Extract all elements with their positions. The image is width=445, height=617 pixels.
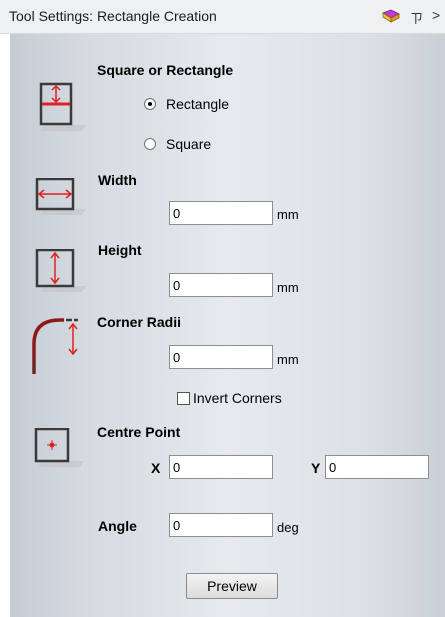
- invert-corners-box[interactable]: [177, 391, 190, 405]
- corner-radii-input[interactable]: [169, 345, 273, 369]
- angle-unit: deg: [277, 520, 299, 535]
- angle-label: Angle: [98, 518, 137, 534]
- height-unit: mm: [277, 280, 299, 295]
- title-bar: Tool Settings: Rectangle Creation ㄗ >: [0, 0, 445, 34]
- radio-rectangle-button[interactable]: [144, 98, 156, 110]
- centre-x-input[interactable]: [169, 455, 273, 479]
- centre-y-input[interactable]: [325, 455, 429, 479]
- height-input[interactable]: [169, 273, 273, 297]
- radio-rectangle-label: Rectangle: [166, 96, 230, 112]
- radio-square[interactable]: Square: [144, 136, 211, 152]
- close-icon[interactable]: >: [432, 7, 440, 23]
- rectangle-shape-icon: [30, 82, 92, 145]
- centre-point-label: Centre Point: [97, 424, 181, 440]
- window-title: Tool Settings: Rectangle Creation: [9, 8, 217, 24]
- width-label: Width: [98, 172, 137, 188]
- corner-radii-unit: mm: [277, 352, 299, 367]
- preview-button[interactable]: Preview: [186, 573, 278, 599]
- radio-square-label: Square: [166, 136, 212, 152]
- radio-square-button[interactable]: [144, 138, 156, 150]
- centre-point-icon: [32, 427, 94, 481]
- invert-corners-label: Invert Corners: [193, 390, 282, 406]
- book-icon[interactable]: [381, 7, 401, 30]
- invert-corners-checkbox[interactable]: Invert Corners: [177, 390, 282, 406]
- height-label: Height: [98, 242, 142, 258]
- corner-radius-icon: [30, 316, 100, 379]
- angle-input[interactable]: [169, 513, 273, 537]
- y-label: Y: [311, 460, 321, 476]
- width-unit: mm: [277, 207, 299, 222]
- shape-section-title: Square or Rectangle: [97, 62, 234, 78]
- radio-rectangle[interactable]: Rectangle: [144, 96, 229, 112]
- pin-icon[interactable]: ㄗ: [410, 8, 423, 27]
- width-icon: [30, 177, 92, 231]
- x-label: X: [151, 460, 161, 476]
- corner-radii-label: Corner Radii: [97, 314, 182, 330]
- height-icon: [30, 248, 92, 302]
- width-input[interactable]: [169, 201, 273, 225]
